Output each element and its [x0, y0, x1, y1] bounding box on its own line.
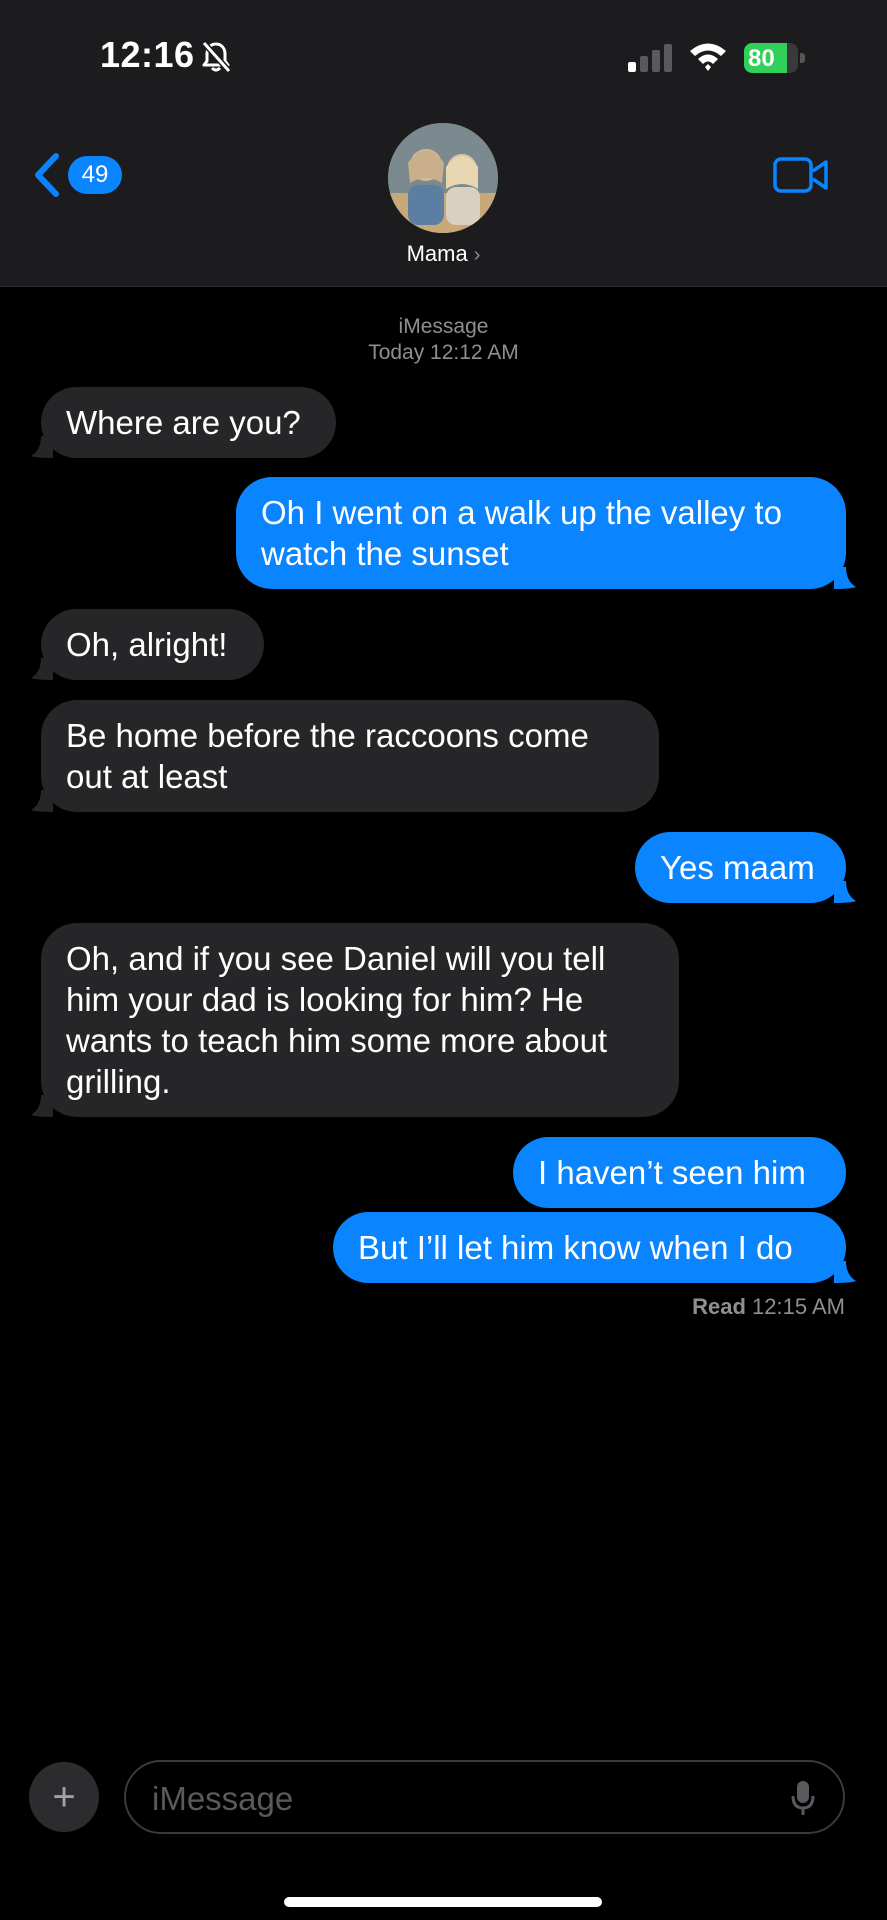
wifi-icon — [690, 43, 726, 71]
bubble-tail — [834, 881, 856, 903]
microphone-icon[interactable] — [791, 1780, 815, 1816]
contact-name-button[interactable]: Mama › — [0, 241, 887, 267]
message-text: But I’ll let him know when I do — [358, 1229, 793, 1266]
message-bubble-outgoing[interactable]: Oh I went on a walk up the valley to wat… — [236, 477, 856, 589]
message-bubble-incoming[interactable]: Oh, alright! — [31, 609, 264, 680]
message-input-placeholder: iMessage — [152, 1780, 294, 1817]
home-indicator[interactable] — [284, 1897, 602, 1907]
bubble-tail — [31, 436, 53, 458]
contact-avatar[interactable] — [388, 123, 498, 233]
message-text: Oh I went on a walk up the valley to wat… — [261, 494, 782, 572]
cellular-signal-icon — [628, 44, 672, 72]
bubble-tail — [31, 658, 53, 680]
message-bubble-incoming[interactable]: Oh, and if you see Daniel will you tell … — [31, 923, 679, 1117]
message-text: I haven’t seen him — [538, 1154, 806, 1191]
plus-icon: + — [52, 1775, 76, 1819]
bell-slash-icon — [201, 41, 232, 73]
read-label: Read — [692, 1294, 746, 1319]
battery-percent: 80 — [748, 45, 775, 72]
message-text: Where are you? — [66, 404, 301, 441]
message-bubble-incoming[interactable]: Be home before the raccoons come out at … — [31, 700, 659, 812]
message-bubble-outgoing[interactable]: But I’ll let him know when I do — [333, 1212, 856, 1283]
message-bubble-outgoing[interactable]: Yes maam — [635, 832, 856, 903]
status-time: 12:16 — [100, 34, 195, 75]
message-bubble-incoming[interactable]: Where are you? — [31, 387, 336, 458]
header-bar: 12:16 80 49 Mama › — [0, 0, 887, 287]
bubble-tail — [31, 1095, 53, 1117]
contact-name: Mama — [406, 241, 468, 266]
message-text: Oh, alright! — [66, 626, 228, 663]
apps-plus-button[interactable]: + — [29, 1762, 99, 1832]
battery-icon: 80 — [744, 43, 808, 73]
back-chevron-icon[interactable] — [30, 152, 62, 198]
read-time: 12:15 AM — [752, 1294, 845, 1319]
service-label: iMessage — [398, 315, 489, 338]
video-camera-icon[interactable] — [773, 156, 829, 194]
read-receipt: Read 12:15 AM — [692, 1294, 845, 1320]
bubble-tail — [834, 1261, 856, 1283]
bubble-tail — [834, 567, 856, 589]
thread-timestamp: Today 12:12 AM — [368, 341, 519, 364]
unread-count-badge[interactable]: 49 — [68, 156, 122, 194]
message-text: Be home before the raccoons come out at … — [66, 717, 589, 795]
bubble-tail — [31, 790, 53, 812]
message-text: Yes maam — [660, 849, 815, 886]
message-bubble-outgoing[interactable]: I haven’t seen him — [513, 1137, 846, 1208]
message-text: Oh, and if you see Daniel will you tell … — [66, 940, 608, 1100]
message-input[interactable]: iMessage — [124, 1760, 845, 1834]
chevron-right-icon: › — [473, 244, 481, 266]
